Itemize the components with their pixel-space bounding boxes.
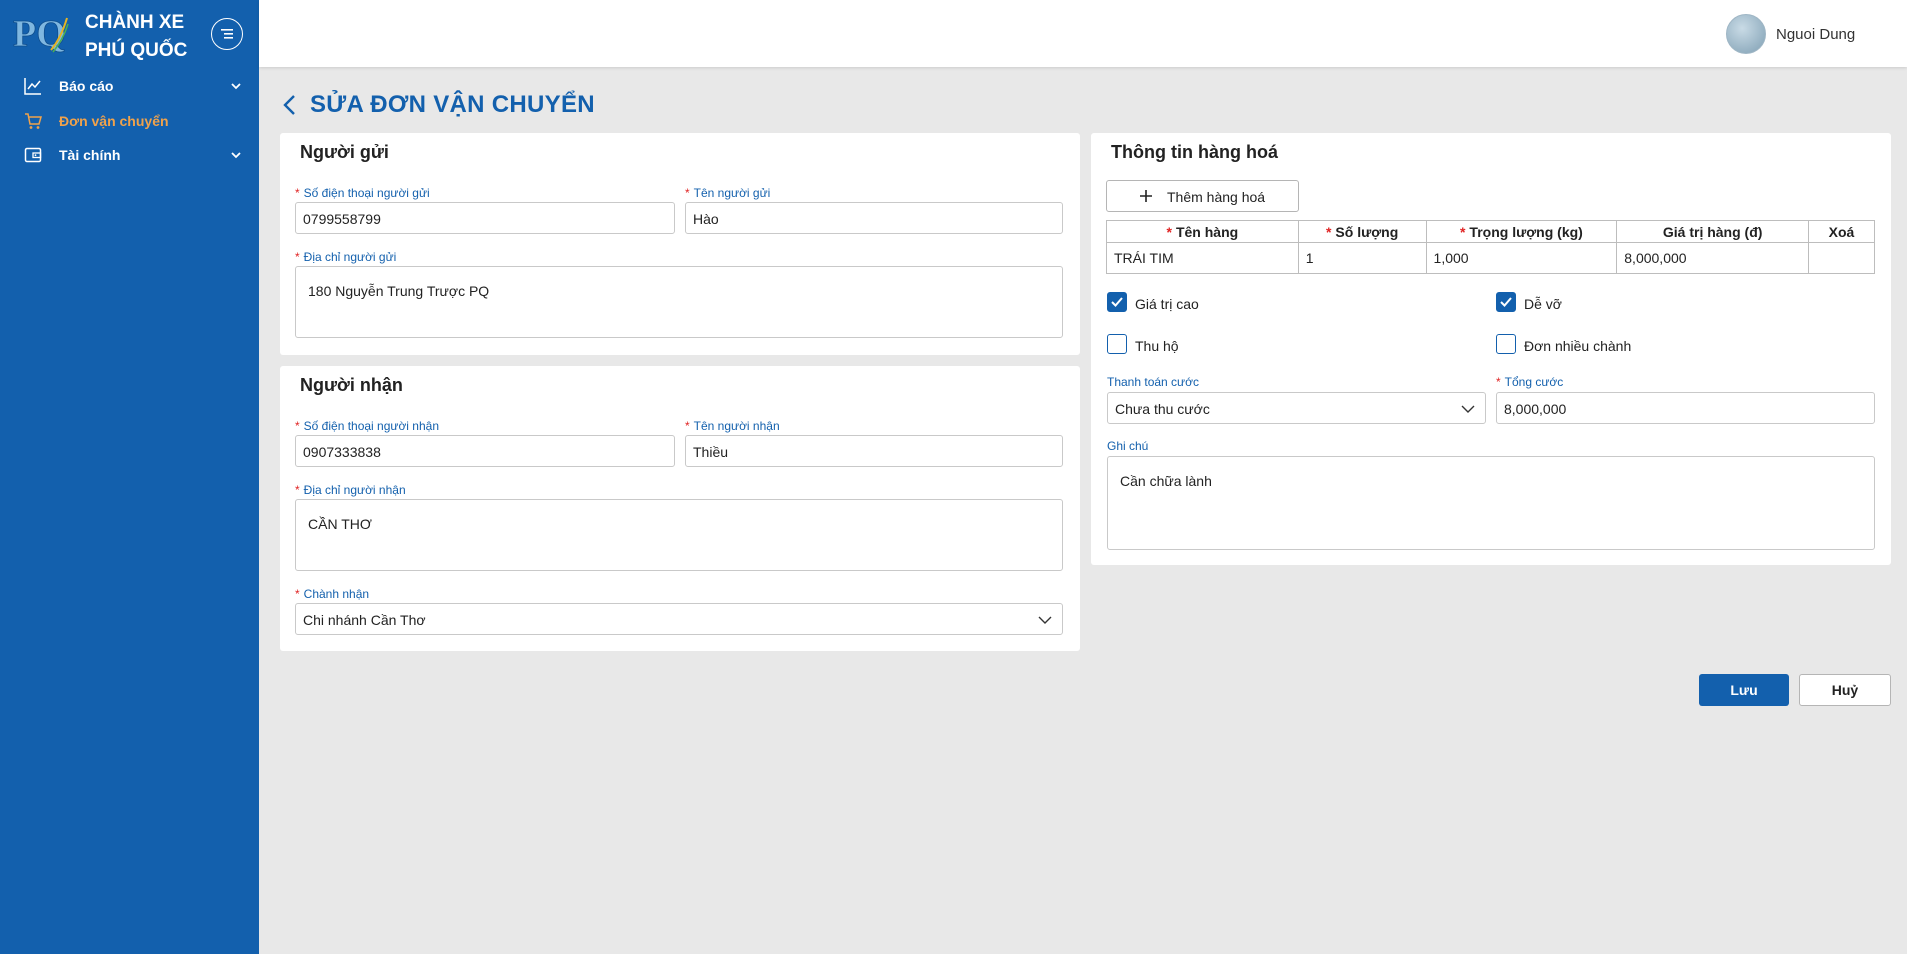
- check-icon: [1111, 297, 1123, 307]
- menu-icon: [221, 29, 233, 39]
- logo: PQ: [13, 13, 69, 54]
- checkbox-label: Đơn nhiều chành: [1524, 338, 1632, 354]
- table-header-row: * Tên hàng * Số lượng * Trọng lượng (kg) Gi…: [1106, 220, 1875, 243]
- sender-name-input[interactable]: Hào: [685, 202, 1063, 234]
- total-input[interactable]: 8,000,000: [1496, 392, 1875, 424]
- username[interactable]: Nguoi Dung: [1776, 26, 1855, 43]
- receiver-branch-label: * Chành nhận: [295, 587, 370, 601]
- sender-title: Người gửi: [300, 142, 389, 162]
- checkbox-label: Dễ vỡ: [1524, 296, 1562, 312]
- receiver-name-label: * Tên người nhận: [685, 419, 780, 433]
- receiver-phone-label: * Số điện thoại người nhận: [295, 419, 440, 433]
- note-label: Ghi chú: [1107, 439, 1149, 453]
- line-chart-icon: [24, 78, 41, 95]
- back-icon[interactable]: [282, 94, 298, 116]
- checkbox-label: Giá trị cao: [1135, 296, 1199, 312]
- payment-label: Thanh toán cước: [1107, 375, 1199, 389]
- col-xoa: Xoá: [1808, 220, 1875, 243]
- check-icon: [1500, 297, 1512, 307]
- brand: PQ CHÀNH XE PHÚ QUỐC: [0, 0, 259, 64]
- col-ten-hang: * Tên hàng: [1106, 220, 1299, 243]
- checkbox-gia-tri-cao[interactable]: [1107, 292, 1127, 312]
- goods-delete-cell[interactable]: [1808, 242, 1875, 274]
- receiver-branch-value: Chi nhánh Cần Thơ: [303, 612, 426, 628]
- sidebar: PQ CHÀNH XE PHÚ QUỐC Báo cáo Đơn vận chu…: [0, 0, 259, 954]
- payment-value: Chưa thu cước: [1115, 401, 1210, 417]
- note-input[interactable]: Cần chữa lành: [1107, 456, 1875, 550]
- cart-icon: [25, 113, 42, 129]
- payment-select[interactable]: Chưa thu cước: [1107, 392, 1486, 424]
- goods-title: Thông tin hàng hoá: [1111, 142, 1278, 162]
- col-gia-tri: Giá trị hàng (đ): [1616, 220, 1810, 243]
- checkbox-thu-ho[interactable]: [1107, 334, 1127, 354]
- top-bar: [259, 0, 1907, 67]
- col-trong-luong: * Trọng lượng (kg): [1425, 220, 1618, 243]
- receiver-address-label: * Địa chỉ người nhận: [295, 483, 406, 497]
- sender-address-input[interactable]: 180 Nguyễn Trung Trược PQ: [295, 266, 1063, 338]
- wallet-icon: [24, 147, 42, 163]
- save-button[interactable]: Lưu: [1699, 674, 1789, 706]
- svg-text:PQ: PQ: [13, 13, 66, 54]
- goods-table: * Tên hàng * Số lượng * Trọng lượng (kg) Gi…: [1106, 220, 1875, 274]
- sender-address-label: * Địa chỉ người gửi: [295, 250, 397, 264]
- checkbox-de-vo[interactable]: [1496, 292, 1516, 312]
- add-goods-button[interactable]: Thêm hàng hoá: [1106, 180, 1299, 212]
- receiver-branch-select[interactable]: Chi nhánh Cần Thơ: [295, 603, 1063, 635]
- chevron-down-icon: [1038, 616, 1052, 624]
- sender-phone-label: * Số điện thoại người gửi: [295, 186, 430, 200]
- total-label: * Tổng cước: [1496, 375, 1564, 389]
- chevron-down-icon: [231, 152, 241, 159]
- receiver-phone-input[interactable]: 0907333838: [295, 435, 675, 467]
- goods-qty-cell[interactable]: 1: [1297, 242, 1427, 274]
- avatar[interactable]: [1726, 14, 1766, 54]
- sidebar-item-don-van-chuyen[interactable]: Đơn vận chuyển: [0, 104, 259, 138]
- goods-name-cell[interactable]: TRÁI TIM: [1106, 242, 1299, 274]
- cancel-button[interactable]: Huỷ: [1799, 674, 1891, 706]
- goods-weight-cell[interactable]: 1,000: [1425, 242, 1618, 274]
- sidebar-item-tai-chinh[interactable]: Tài chính: [0, 138, 259, 172]
- plus-icon: [1140, 190, 1152, 202]
- brand-name: CHÀNH XE PHÚ QUỐC: [85, 9, 187, 65]
- sidebar-item-label: Đơn vận chuyển: [59, 113, 169, 129]
- receiver-name-input[interactable]: Thiều: [685, 435, 1063, 467]
- sidebar-item-label: Tài chính: [59, 147, 121, 163]
- goods-value-cell[interactable]: 8,000,000: [1616, 242, 1810, 274]
- add-goods-label: Thêm hàng hoá: [1167, 189, 1266, 205]
- receiver-title: Người nhận: [300, 375, 403, 395]
- checkbox-don-nhieu-chanh[interactable]: [1496, 334, 1516, 354]
- sender-phone-input[interactable]: 0799558799: [295, 202, 675, 234]
- col-so-luong: * Số lượng: [1297, 220, 1427, 243]
- chevron-down-icon: [1461, 405, 1475, 413]
- page-title: SỬA ĐƠN VẬN CHUYỂN: [310, 91, 595, 118]
- brand-line2: PHÚ QUỐC: [85, 40, 188, 61]
- table-row: TRÁI TIM 1 1,000 8,000,000: [1106, 242, 1875, 274]
- menu-toggle-button[interactable]: [211, 18, 243, 50]
- chevron-down-icon: [231, 83, 241, 90]
- brand-line1: CHÀNH XE: [85, 12, 185, 33]
- receiver-address-input[interactable]: CẦN THƠ: [295, 499, 1063, 571]
- checkbox-label: Thu hộ: [1135, 338, 1179, 354]
- sidebar-item-label: Báo cáo: [59, 78, 114, 94]
- sender-name-label: * Tên người gửi: [685, 186, 771, 200]
- sidebar-item-bao-cao[interactable]: Báo cáo: [0, 69, 259, 103]
